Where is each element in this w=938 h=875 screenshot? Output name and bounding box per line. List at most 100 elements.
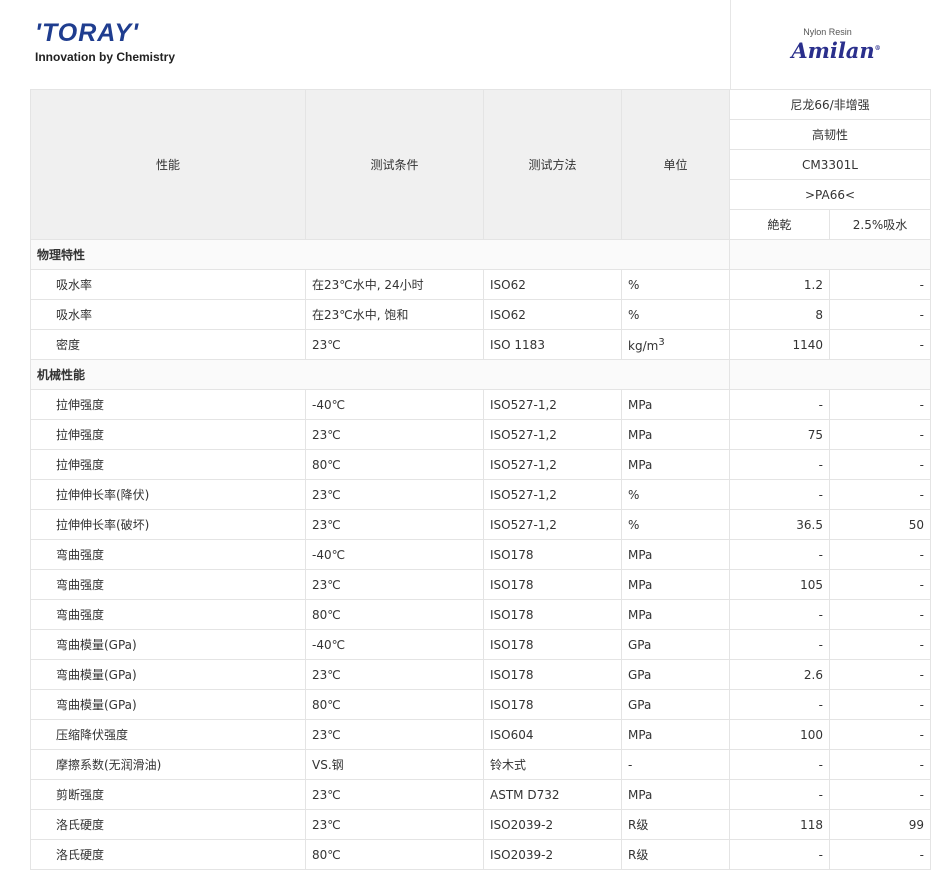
dry-value-cell: 1140 — [729, 329, 830, 360]
condition-cell: -40℃ — [305, 629, 484, 660]
unit-cell: MPa — [621, 449, 730, 480]
method-cell: ISO178 — [483, 599, 622, 630]
dry-value-cell: 75 — [729, 419, 830, 450]
wet-column-header: 2.5%吸水 — [828, 209, 932, 240]
wet-value-cell: - — [828, 299, 932, 330]
table-row: 弯曲强度 -40℃ ISO178 MPa - - — [30, 539, 932, 570]
unit-cell: % — [621, 299, 730, 330]
table-row: 密度 23℃ ISO 1183 kg/m3 1140- — [30, 329, 932, 360]
dry-value-cell: - — [729, 779, 830, 810]
grade-type-header: 尼龙66/非增强 — [728, 89, 932, 120]
unit-cell: GPa — [621, 659, 730, 690]
wet-value-cell: - — [828, 689, 932, 720]
amilan-wordmark: Amilan® — [791, 38, 881, 63]
property-cell: 密度 — [30, 329, 306, 360]
wet-value-cell: - — [828, 419, 932, 450]
property-table: 性能 测试条件 测试方法 单位 尼龙66/非增强 高韧性 CM3301L >PA… — [30, 89, 932, 870]
table-row: 弯曲模量(GPa) 80℃ ISO178 GPa - - — [30, 689, 932, 720]
method-cell: ISO178 — [483, 629, 622, 660]
unit-superscript: 3 — [658, 336, 665, 348]
column-header-property: 性能 — [30, 89, 306, 240]
unit-cell: % — [621, 509, 730, 540]
unit-cell: MPa — [621, 389, 730, 420]
table-row: 吸水率 在23℃水中, 饱和 ISO62% 8- — [30, 299, 932, 330]
unit-cell: MPa — [621, 719, 730, 750]
dry-value-cell: - — [729, 839, 830, 870]
grade-name-header: CM3301L — [728, 149, 932, 180]
method-cell: ISO527-1,2 — [483, 419, 622, 450]
condition-cell: 在23℃水中, 饱和 — [305, 299, 484, 330]
condition-cell: 80℃ — [305, 449, 484, 480]
section-title: 物理特性 — [30, 239, 730, 270]
method-cell: 铃木式 — [483, 749, 622, 780]
wet-value-cell: 50 — [828, 509, 932, 540]
unit-cell: R级 — [621, 839, 730, 870]
amilan-logo: Nylon Resin Amilan® — [730, 0, 938, 89]
unit-cell: - — [621, 749, 730, 780]
dry-value-cell: 1.2 — [729, 269, 830, 300]
property-cell: 弯曲模量(GPa) — [30, 629, 306, 660]
wet-value-cell: - — [828, 569, 932, 600]
property-cell: 摩擦系数(无润滑油) — [30, 749, 306, 780]
wet-value-cell: - — [828, 449, 932, 480]
property-cell: 弯曲强度 — [30, 539, 306, 570]
condition-cell: 23℃ — [305, 509, 484, 540]
dry-value-cell: - — [729, 629, 830, 660]
table-row: 拉伸强度 80℃ ISO527-1,2 MPa - - — [30, 449, 932, 480]
condition-cell: 23℃ — [305, 659, 484, 690]
wet-value-cell: - — [828, 329, 932, 360]
property-cell: 拉伸强度 — [30, 449, 306, 480]
column-header-unit: 单位 — [621, 89, 730, 240]
section-title: 机械性能 — [30, 359, 730, 390]
table-row: 吸水率 在23℃水中, 24小时 ISO62% 1.2- — [30, 269, 932, 300]
property-cell: 洛氏硬度 — [30, 809, 306, 840]
table-row: 弯曲模量(GPa) -40℃ ISO178 GPa - - — [30, 629, 932, 660]
method-cell: ISO527-1,2 — [483, 449, 622, 480]
method-cell: ISO178 — [483, 539, 622, 570]
table-row: 弯曲强度 80℃ ISO178 MPa - - — [30, 599, 932, 630]
property-cell: 剪断强度 — [30, 779, 306, 810]
condition-cell: 80℃ — [305, 839, 484, 870]
wet-value-cell: - — [828, 539, 932, 570]
property-cell: 洛氏硬度 — [30, 839, 306, 870]
method-cell: ISO 1183 — [483, 329, 622, 360]
section-fill — [728, 239, 932, 270]
method-cell: ASTM D732 — [483, 779, 622, 810]
condition-cell: 23℃ — [305, 479, 484, 510]
method-cell: ISO604 — [483, 719, 622, 750]
method-cell: ISO178 — [483, 659, 622, 690]
unit-text: kg/m — [628, 338, 659, 353]
dry-value-cell: 100 — [729, 719, 830, 750]
dry-value-cell: 105 — [729, 569, 830, 600]
property-cell: 拉伸强度 — [30, 389, 306, 420]
table-row: 弯曲模量(GPa) 23℃ ISO178 GPa 2.6- — [30, 659, 932, 690]
table-row: 洛氏硬度 23℃ ISO2039-2 R级 118 99 — [30, 809, 932, 840]
unit-cell: GPa — [621, 629, 730, 660]
condition-cell: VS.钢 — [305, 749, 484, 780]
property-cell: 拉伸强度 — [30, 419, 306, 450]
wet-value-cell: - — [828, 599, 932, 630]
unit-cell: % — [621, 479, 730, 510]
registered-mark: ® — [874, 45, 881, 52]
column-header-condition: 测试条件 — [305, 89, 484, 240]
method-cell: ISO62 — [483, 299, 622, 330]
dry-value-cell: 2.6 — [729, 659, 830, 690]
unit-cell: MPa — [621, 419, 730, 450]
unit-cell: kg/m3 — [621, 329, 730, 360]
property-cell: 弯曲模量(GPa) — [30, 659, 306, 690]
condition-cell: 23℃ — [305, 569, 484, 600]
condition-cell: 23℃ — [305, 719, 484, 750]
condition-cell: 80℃ — [305, 599, 484, 630]
wet-value-cell: - — [828, 479, 932, 510]
amilan-subtitle: Nylon Resin — [803, 27, 852, 37]
dry-value-cell: - — [729, 449, 830, 480]
wet-value-cell: - — [828, 629, 932, 660]
dry-value-cell: - — [729, 479, 830, 510]
method-cell: ISO527-1,2 — [483, 509, 622, 540]
page-header: 'TORAY' Innovation by Chemistry Nylon Re… — [0, 0, 938, 89]
condition-cell: 23℃ — [305, 329, 484, 360]
section-row: 物理特性 — [30, 239, 932, 270]
dry-value-cell: - — [729, 749, 830, 780]
method-cell: ISO2039-2 — [483, 839, 622, 870]
dry-value-cell: 36.5 — [729, 509, 830, 540]
